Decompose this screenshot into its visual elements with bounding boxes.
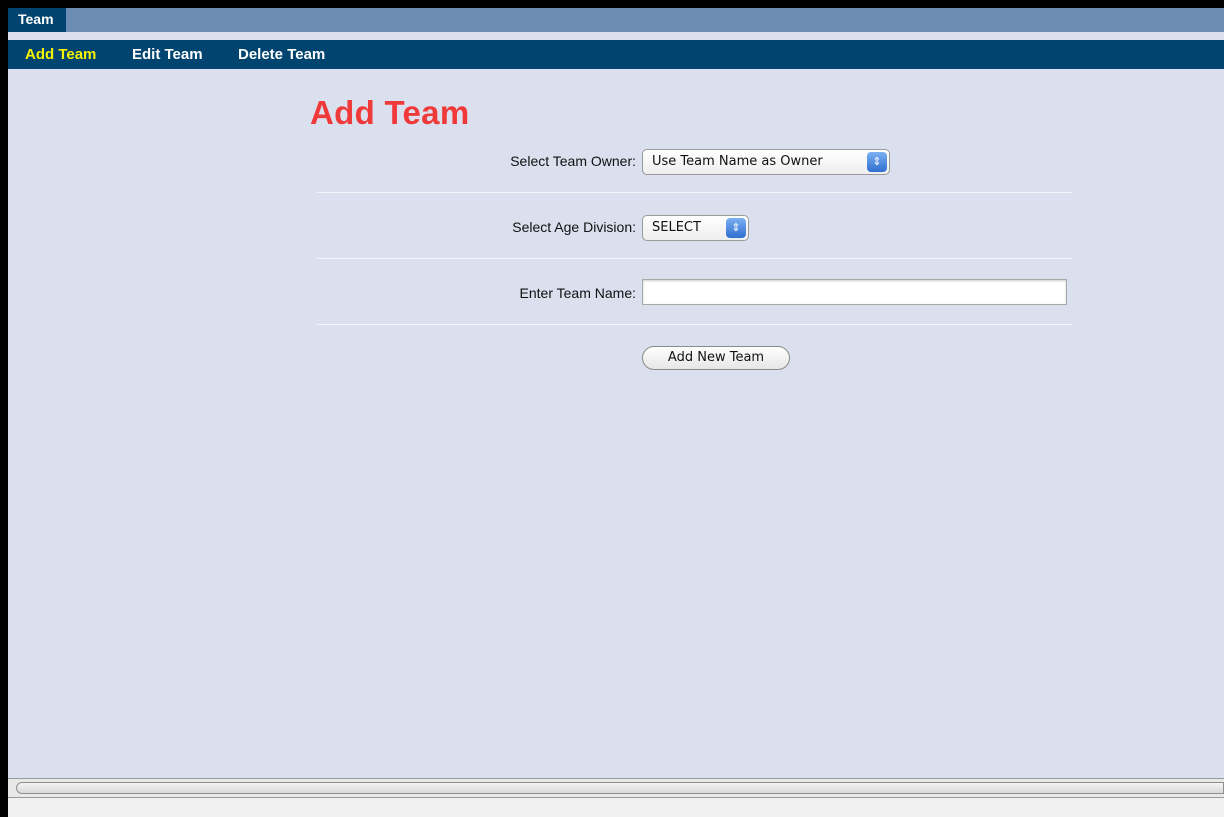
nav-delete-team[interactable]: Delete Team — [238, 40, 325, 69]
updown-chevron-icon: ⇕ — [867, 152, 887, 172]
tab-bar: Team — [8, 8, 1224, 32]
app-frame: Team Add Team Edit Team Delete Team Add … — [8, 8, 1224, 817]
age-division-label: Select Age Division: — [512, 219, 636, 235]
nav-edit-team[interactable]: Edit Team — [132, 40, 203, 69]
nav-add-team[interactable]: Add Team — [25, 40, 96, 69]
updown-chevron-icon: ⇕ — [726, 218, 746, 238]
team-owner-select[interactable]: Use Team Name as Owner ⇕ — [642, 149, 890, 175]
sub-navigation: Add Team Edit Team Delete Team — [8, 40, 1224, 69]
page-title: Add Team — [310, 94, 470, 131]
scrollbar-thumb[interactable] — [16, 782, 1224, 794]
team-name-input[interactable] — [642, 279, 1067, 305]
team-owner-label: Select Team Owner: — [510, 153, 636, 169]
team-owner-value: Use Team Name as Owner — [652, 154, 823, 169]
bottom-pane — [8, 798, 1224, 817]
team-name-label: Enter Team Name: — [519, 285, 636, 301]
divider — [317, 324, 1072, 325]
add-new-team-button[interactable]: Add New Team — [642, 346, 790, 370]
horizontal-scrollbar[interactable] — [8, 778, 1224, 798]
tab-team[interactable]: Team — [8, 8, 66, 32]
divider — [317, 192, 1072, 193]
age-division-value: SELECT — [652, 220, 701, 235]
age-division-select[interactable]: SELECT ⇕ — [642, 215, 749, 241]
divider — [317, 258, 1072, 259]
